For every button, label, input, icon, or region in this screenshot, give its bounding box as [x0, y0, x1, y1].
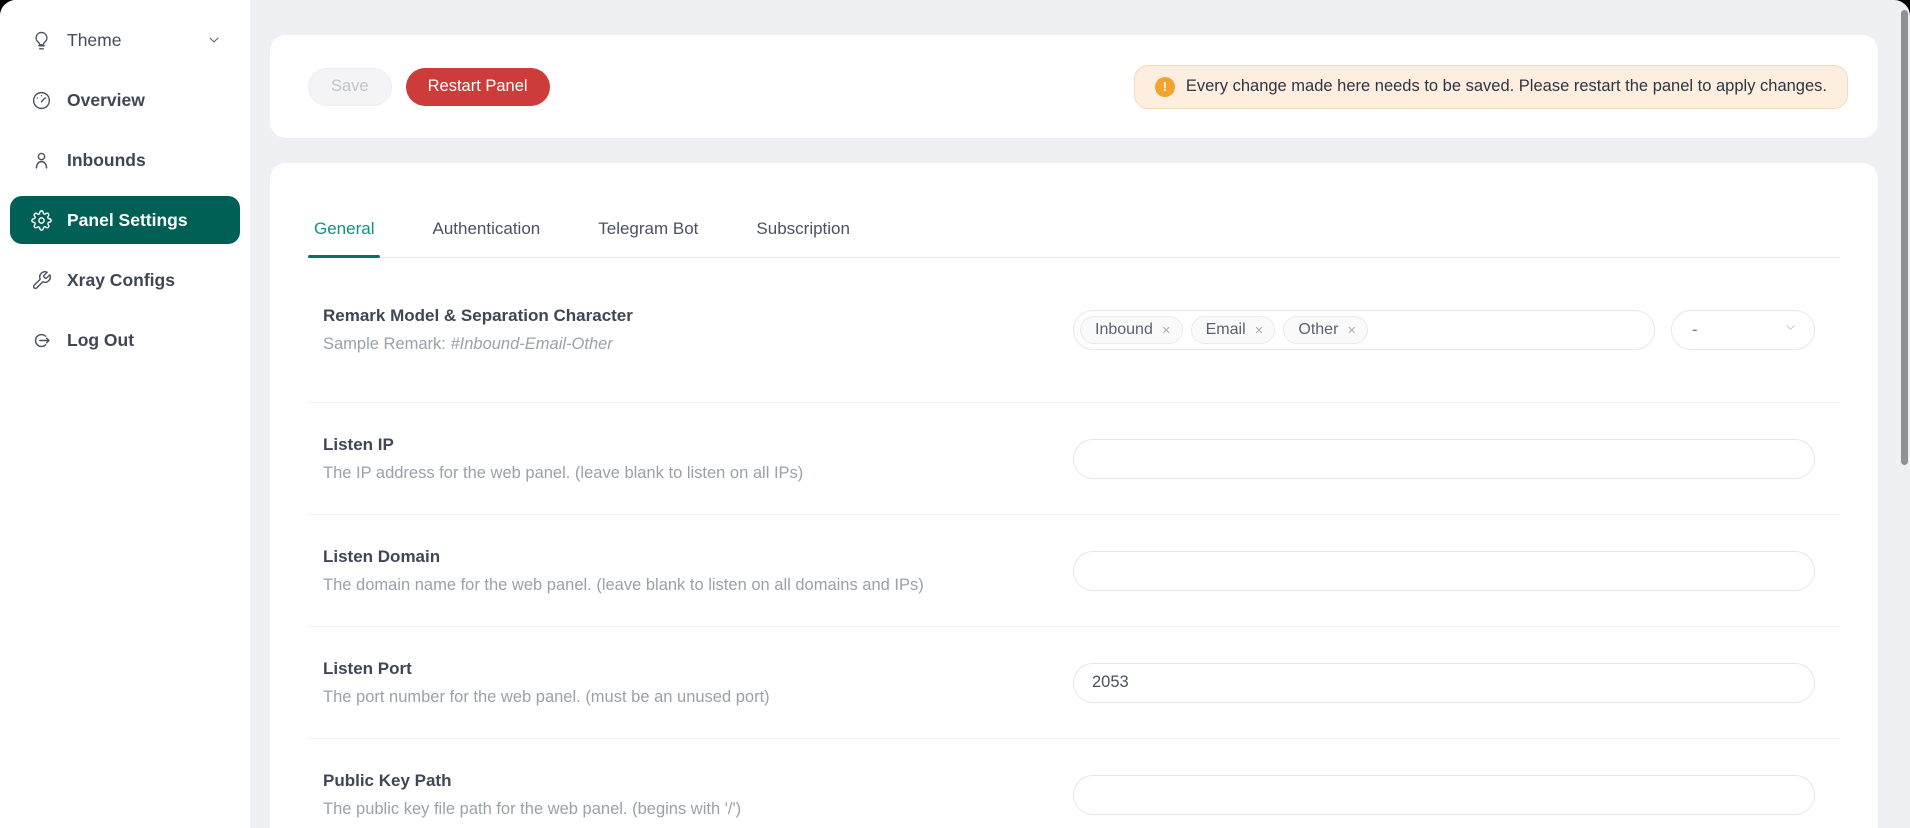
sidebar-item-label: Theme [67, 30, 121, 51]
form-row-remark-model: Remark Model & Separation Character Samp… [308, 258, 1840, 403]
form-row-listen-ip: Listen IP The IP address for the web pan… [308, 403, 1840, 515]
tag-inbound[interactable]: Inbound × [1080, 316, 1183, 344]
tab-general[interactable]: General [308, 209, 380, 257]
user-icon [30, 149, 52, 171]
row-description: The public key file path for the web pan… [323, 800, 1073, 819]
tab-bar: General Authentication Telegram Bot Subs… [308, 209, 1840, 258]
form-row-listen-domain: Listen Domain The domain name for the we… [308, 515, 1840, 627]
row-label: Listen Port [323, 659, 1073, 679]
panel-page: Theme Overview Inbounds [0, 0, 1910, 828]
row-description: The domain name for the web panel. (leav… [323, 576, 1073, 595]
form-row-public-key-path: Public Key Path The public key file path… [308, 739, 1840, 828]
row-controls: Inbound × Email × Other × - [1073, 310, 1815, 350]
row-controls [1073, 775, 1815, 815]
row-description: The port number for the web panel. (must… [323, 688, 1073, 707]
chevron-down-icon [1783, 320, 1798, 340]
tag-label: Inbound [1095, 321, 1153, 339]
public-key-path-input[interactable] [1073, 775, 1815, 815]
app-window: Theme Overview Inbounds [0, 0, 1910, 828]
vertical-scrollbar-thumb[interactable] [1901, 10, 1908, 465]
chevron-down-icon [206, 32, 222, 48]
row-controls [1073, 439, 1815, 479]
sidebar-item-label: Xray Configs [67, 270, 175, 291]
row-label: Listen IP [323, 435, 1073, 455]
close-icon[interactable]: × [1347, 322, 1356, 339]
restart-panel-button[interactable]: Restart Panel [406, 68, 550, 106]
sidebar-item-label: Log Out [67, 330, 134, 351]
row-controls [1073, 551, 1815, 591]
tab-subscription[interactable]: Subscription [750, 209, 856, 257]
sidebar: Theme Overview Inbounds [0, 0, 250, 828]
sidebar-item-theme[interactable]: Theme [10, 16, 240, 64]
sidebar-item-label: Inbounds [67, 150, 146, 171]
tag-label: Email [1206, 321, 1246, 339]
row-label: Listen Domain [323, 547, 1073, 567]
row-description: The IP address for the web panel. (leave… [323, 464, 1073, 483]
sidebar-item-inbounds[interactable]: Inbounds [10, 136, 240, 184]
separator-character-select[interactable]: - [1671, 310, 1815, 350]
row-controls [1073, 663, 1815, 703]
sidebar-item-label: Panel Settings [67, 210, 188, 231]
remark-model-tag-select[interactable]: Inbound × Email × Other × [1073, 310, 1655, 350]
form-row-listen-port: Listen Port The port number for the web … [308, 627, 1840, 739]
sidebar-item-panel-settings[interactable]: Panel Settings [10, 196, 240, 244]
row-text: Listen Port The port number for the web … [308, 659, 1073, 707]
listen-ip-input[interactable] [1073, 439, 1815, 479]
sidebar-item-overview[interactable]: Overview [10, 76, 240, 124]
tag-email[interactable]: Email × [1191, 316, 1276, 344]
tab-telegram-bot[interactable]: Telegram Bot [592, 209, 704, 257]
sidebar-item-xray-configs[interactable]: Xray Configs [10, 256, 240, 304]
tag-other[interactable]: Other × [1283, 316, 1368, 344]
settings-card: General Authentication Telegram Bot Subs… [270, 163, 1878, 828]
separator-selected-value: - [1692, 321, 1698, 340]
sample-remark-prefix: Sample Remark: [323, 335, 450, 353]
tag-label: Other [1298, 321, 1338, 339]
sample-remark-value: #Inbound-Email-Other [450, 335, 612, 353]
dashboard-icon [30, 89, 52, 111]
sidebar-item-log-out[interactable]: Log Out [10, 316, 240, 364]
logout-icon [30, 329, 52, 351]
sidebar-item-label: Overview [67, 90, 145, 111]
row-text: Listen Domain The domain name for the we… [308, 547, 1073, 595]
tab-authentication[interactable]: Authentication [426, 209, 546, 257]
row-text: Public Key Path The public key file path… [308, 771, 1073, 819]
close-icon[interactable]: × [1162, 322, 1171, 339]
save-warning-alert: ! Every change made here needs to be sav… [1134, 65, 1848, 109]
toolbar-card: Save Restart Panel ! Every change made h… [270, 35, 1878, 138]
listen-domain-input[interactable] [1073, 551, 1815, 591]
save-button[interactable]: Save [308, 68, 392, 106]
row-description: Sample Remark: #Inbound-Email-Other [323, 335, 1073, 354]
alert-text: Every change made here needs to be saved… [1186, 77, 1827, 96]
listen-port-input[interactable] [1073, 663, 1815, 703]
gear-icon [30, 209, 52, 231]
warning-icon: ! [1155, 77, 1175, 97]
bulb-icon [30, 29, 52, 51]
row-text: Listen IP The IP address for the web pan… [308, 435, 1073, 483]
wrench-icon [30, 269, 52, 291]
row-text: Remark Model & Separation Character Samp… [308, 306, 1073, 354]
close-icon[interactable]: × [1255, 322, 1264, 339]
row-label: Remark Model & Separation Character [323, 306, 1073, 326]
row-label: Public Key Path [323, 771, 1073, 791]
